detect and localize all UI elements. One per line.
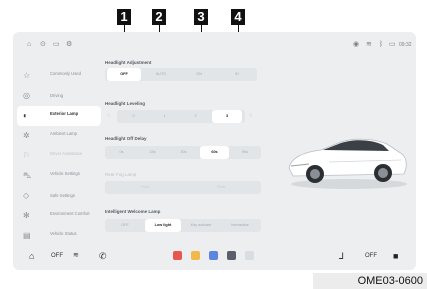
clock: 09:32 [399,42,412,48]
headlight-option-off[interactable]: OFF [107,68,141,81]
rear-fog-lamp-title: Rear Fog Lamp [105,172,137,177]
leveling-option-0[interactable]: 0 [119,110,148,123]
fan-icon: ✻ [23,211,30,220]
sidebar-item-label: Safe Settings [50,193,75,198]
steering-icon[interactable]: ⊙ [40,41,46,49]
settings-icon[interactable]: ⚙ [66,41,72,49]
headlight-off-delay-selector: 0s 15s 30s 60s 90s [105,146,261,159]
welcome-option-key-activate[interactable]: Key activate [183,219,219,232]
status-icon: ▤ [23,231,31,240]
ambient-light-icon: ✲ [23,131,30,140]
car-illustration [288,138,407,189]
rear-fog-lamp-selector: Front Rear [105,181,261,194]
delay-option-90s[interactable]: 90s [231,146,259,159]
welcome-lamp-title: Intelligent Welcome Lamp [105,209,161,214]
bottom-dock: ⌂ OFF ≋ ✆ ⅃ OFF ■ [13,244,416,270]
headlight-leveling-title: Headlight Leveling [105,101,146,106]
figure-frame: 1 2 3 4 ⌂ ⊙ ▭ ⚙ ◉ ≋ ᛒ ▭ 09:32 ☆ Commonly… [0,0,427,289]
headlamp-icon: ◐ [23,111,28,120]
figure-code: OME03-0600 [313,273,427,289]
sidebar-item-vehicle-status[interactable]: ▤ Vehicle Status [17,226,101,246]
display-icon[interactable]: ▭ [53,41,60,49]
headlight-adjustment-title: Headlight Adjustment [105,60,152,65]
shield-icon: ◇ [23,191,30,200]
location-icon: ◉ [353,41,360,48]
sidebar-item-label: Environment Comfort [50,211,90,216]
app-icon-navigation[interactable] [191,251,200,260]
home-icon[interactable]: ⌂ [27,41,31,49]
headlight-adjustment-selector: OFF AUTO ON ID [105,68,257,81]
sidebar-item-label: Exterior Lamp [50,111,79,116]
sidebar-item-safe-settings[interactable]: ◇ Safe Settings [17,186,101,206]
welcome-lamp-selector: OFF Low light Key activate Interactive [105,219,261,232]
sidebar-item-environment-comfort[interactable]: ✻ Environment Comfort [17,206,101,226]
leveling-option-2[interactable]: 2 [181,110,210,123]
right-climate-status[interactable]: OFF [365,252,377,260]
headlight-leveling-selector: 0 1 2 3 [117,110,245,123]
app-icon-music[interactable] [173,251,182,260]
app-icon-more[interactable] [245,251,254,260]
status-bar: ⌂ ⊙ ▭ ⚙ ◉ ≋ ᛒ ▭ 09:32 [13,32,416,58]
headlight-option-on[interactable]: ON [181,68,217,81]
callout-2: 2 [152,9,166,25]
sidebar-item-vehicle-settings[interactable]: ⛍ Vehicle Settings [17,166,101,186]
settings-sidebar: ☆ Commonly Used ◎ Driving ◐ Exterior Lam… [17,66,103,244]
delay-option-0s[interactable]: 0s [107,146,136,159]
sidebar-item-exterior-lamp[interactable]: ◐ Exterior Lamp [17,106,101,126]
sidebar-item-label: Ambient Lamp [50,131,77,136]
sidebar-item-driving[interactable]: ◎ Driving [17,86,101,106]
star-icon: ☆ [23,71,31,80]
leveling-low-icon: ◌ [107,113,111,119]
app-icon-settings[interactable] [227,251,236,260]
wifi-icon: ≋ [366,41,372,48]
seat-heat-icon[interactable]: ≋ [73,251,79,261]
infotainment-screen: ⌂ ⊙ ▭ ⚙ ◉ ≋ ᛒ ▭ 09:32 ☆ Commonly Used ◎ … [13,32,416,270]
callout-4: 4 [231,9,245,25]
fog-option-rear[interactable]: Rear [183,181,259,194]
fog-option-front[interactable]: Front [107,181,183,194]
delay-option-15s[interactable]: 15s [138,146,167,159]
phone-icon[interactable]: ✆ [99,251,107,261]
headlight-option-auto[interactable]: AUTO [143,68,179,81]
headlight-option-id[interactable]: ID [219,68,255,81]
leveling-option-3[interactable]: 3 [212,110,242,123]
seat-icon[interactable]: ⅃ [339,251,344,261]
battery-icon: ▭ [389,41,396,48]
bluetooth-icon: ᛒ [379,41,384,48]
leveling-option-1[interactable]: 1 [150,110,179,123]
exterior-lamp-panel: Headlight Adjustment OFF AUTO ON ID Head… [105,56,275,246]
home-icon[interactable]: ⌂ [29,251,34,261]
steering-wheel-icon: ◎ [23,91,30,100]
left-climate-status[interactable]: OFF [51,252,63,260]
sidebar-item-commonly-used[interactable]: ☆ Commonly Used [17,66,101,86]
sidebar-item-ambient-lamp[interactable]: ✲ Ambient Lamp [17,126,101,146]
fan-icon[interactable]: ■ [393,251,398,261]
callout-3: 3 [194,9,208,25]
sidebar-item-driver-assistance[interactable]: ⚐ Driver Assistance [17,146,101,166]
car-icon: ⛍ [23,171,32,180]
assist-icon: ⚐ [23,151,31,160]
delay-option-60s[interactable]: 60s [200,146,229,159]
welcome-option-off[interactable]: OFF [107,219,143,232]
app-icon-media[interactable] [209,251,218,260]
welcome-option-interactive[interactable]: Interactive [221,219,259,232]
sidebar-item-label: Driver Assistance [50,151,83,156]
callout-1: 1 [117,9,131,25]
sidebar-item-label: Driving [50,93,64,98]
delay-option-30s[interactable]: 30s [169,146,198,159]
leveling-high-icon: ◌ [249,113,253,119]
sidebar-item-label: Commonly Used [50,71,81,76]
headlight-off-delay-title: Headlight Off Delay [105,136,147,141]
sidebar-item-label: Vehicle Settings [50,171,80,176]
sidebar-item-label: Vehicle Status [50,231,77,236]
welcome-option-low-light[interactable]: Low light [145,219,181,232]
